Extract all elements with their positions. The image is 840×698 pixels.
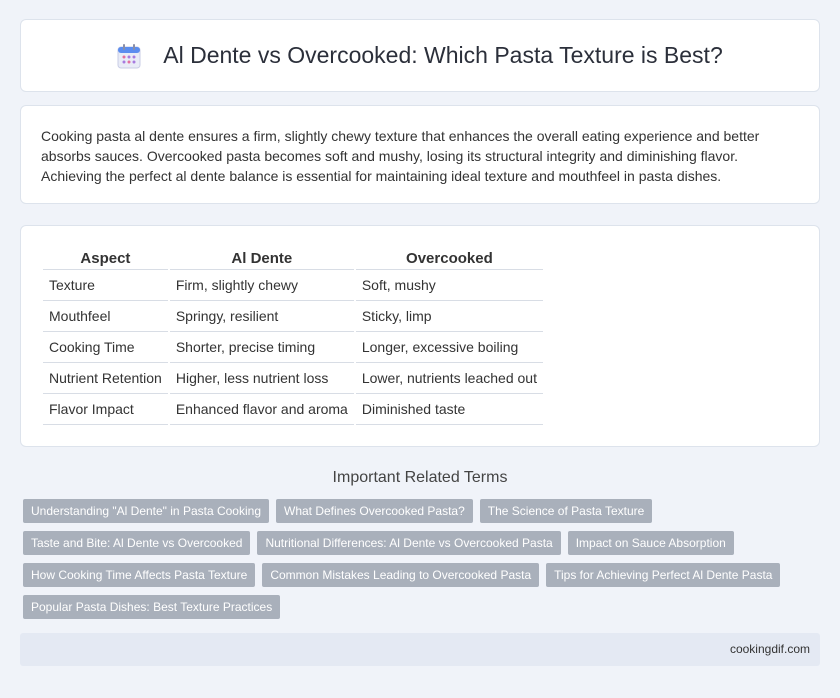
table-cell: Nutrient Retention bbox=[43, 363, 168, 394]
table-cell: Lower, nutrients leached out bbox=[355, 363, 543, 394]
related-tag-link[interactable]: Understanding "Al Dente" in Pasta Cookin… bbox=[23, 499, 269, 523]
table-cell: Diminished taste bbox=[355, 394, 543, 425]
column-header: Al Dente bbox=[169, 246, 354, 270]
table-row: Nutrient Retention Higher, less nutrient… bbox=[43, 363, 543, 394]
table-row: Texture Firm, slightly chewy Soft, mushy bbox=[43, 270, 543, 301]
table-header-row: Aspect Al Dente Overcooked bbox=[43, 246, 543, 270]
related-tags: Understanding "Al Dente" in Pasta Cookin… bbox=[23, 499, 803, 619]
table-cell: Flavor Impact bbox=[43, 394, 168, 425]
page-header: Al Dente vs Overcooked: Which Pasta Text… bbox=[20, 19, 820, 92]
related-tag-link[interactable]: Popular Pasta Dishes: Best Texture Pract… bbox=[23, 595, 281, 619]
table-cell: Sticky, limp bbox=[355, 301, 543, 332]
table-cell: Firm, slightly chewy bbox=[169, 270, 354, 301]
table-cell: Mouthfeel bbox=[43, 301, 168, 332]
table-row: Flavor Impact Enhanced flavor and aroma … bbox=[43, 394, 543, 425]
table-cell: Springy, resilient bbox=[169, 301, 354, 332]
table-cell: Cooking Time bbox=[43, 332, 168, 363]
column-header: Aspect bbox=[43, 246, 168, 270]
column-header: Overcooked bbox=[355, 246, 543, 270]
table-cell: Longer, excessive boiling bbox=[355, 332, 543, 363]
related-terms-heading: Important Related Terms bbox=[332, 469, 508, 486]
table-row: Cooking Time Shorter, precise timing Lon… bbox=[43, 332, 543, 363]
related-tag-link[interactable]: How Cooking Time Affects Pasta Texture bbox=[23, 563, 256, 587]
table-cell: Higher, less nutrient loss bbox=[169, 363, 354, 394]
related-tag-link[interactable]: Common Mistakes Leading to Overcooked Pa… bbox=[262, 563, 540, 587]
related-tag-link[interactable]: Nutritional Differences: Al Dente vs Ove… bbox=[257, 531, 561, 555]
comparison-table: Aspect Al Dente Overcooked Texture Firm,… bbox=[41, 246, 545, 425]
table-row: Mouthfeel Springy, resilient Sticky, lim… bbox=[43, 301, 543, 332]
intro-card: Cooking pasta al dente ensures a firm, s… bbox=[20, 105, 820, 204]
table-cell: Texture bbox=[43, 270, 168, 301]
related-tag-link[interactable]: What Defines Overcooked Pasta? bbox=[276, 499, 473, 523]
related-tag-link[interactable]: The Science of Pasta Texture bbox=[479, 499, 653, 523]
intro-text: Cooking pasta al dente ensures a firm, s… bbox=[41, 128, 760, 184]
table-cell: Shorter, precise timing bbox=[169, 332, 354, 363]
footer-site-link[interactable]: cookingdif.com bbox=[730, 642, 810, 656]
calendar-icon bbox=[117, 43, 141, 69]
related-tag-link[interactable]: Taste and Bite: Al Dente vs Overcooked bbox=[23, 531, 251, 555]
table-cell: Enhanced flavor and aroma bbox=[169, 394, 354, 425]
table-cell: Soft, mushy bbox=[355, 270, 543, 301]
related-tag-link[interactable]: Impact on Sauce Absorption bbox=[567, 531, 734, 555]
page-title: Al Dente vs Overcooked: Which Pasta Text… bbox=[163, 42, 723, 68]
footer: cookingdif.com bbox=[20, 633, 820, 666]
related-tag-link[interactable]: Tips for Achieving Perfect Al Dente Past… bbox=[546, 563, 781, 587]
comparison-card: Aspect Al Dente Overcooked Texture Firm,… bbox=[20, 225, 820, 447]
